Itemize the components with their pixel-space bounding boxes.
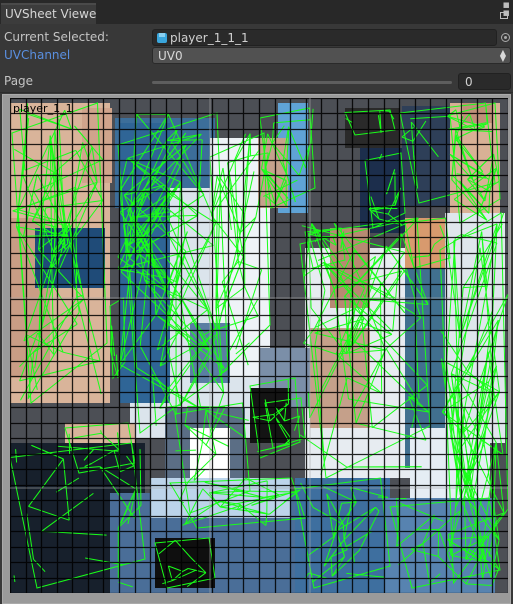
window-tab[interactable]: UVSheet Viewe xyxy=(1,3,96,24)
page-number-value: 0 xyxy=(465,75,473,89)
uvchannel-value: UV0 xyxy=(158,49,183,63)
dropdown-arrows-icon: ▲ ▼ xyxy=(499,48,506,63)
page-row: Page 0 xyxy=(0,73,513,91)
current-selected-row: Current Selected: player_1_1_1 xyxy=(0,29,513,47)
current-selected-value: player_1_1_1 xyxy=(170,31,249,45)
uv-viewport[interactable]: player_1_1 xyxy=(2,94,511,604)
object-picker-icon[interactable] xyxy=(501,33,510,42)
mesh-name-label: player_1_1 xyxy=(13,102,73,115)
uvchannel-row: UVChannel UV0 ▲ ▼ xyxy=(0,47,513,65)
maximize-icon[interactable] xyxy=(500,12,508,19)
uvchannel-label: UVChannel xyxy=(4,48,71,62)
mesh-cube-icon xyxy=(157,33,167,43)
divider xyxy=(0,92,513,93)
uvchannel-dropdown[interactable]: UV0 ▲ ▼ xyxy=(152,47,511,64)
uv-texture-sheet: player_1_1 xyxy=(10,98,508,593)
current-selected-field[interactable]: player_1_1_1 xyxy=(152,29,497,46)
page-slider[interactable] xyxy=(152,81,452,84)
page-number-field[interactable]: 0 xyxy=(458,73,511,90)
page-label: Page xyxy=(4,74,34,88)
uv-texture-image xyxy=(10,98,508,593)
window-tab-bar: UVSheet Viewe ▪ ▪ xyxy=(0,0,513,24)
current-selected-label: Current Selected: xyxy=(4,30,109,44)
window-tab-title: UVSheet Viewe xyxy=(5,7,97,21)
